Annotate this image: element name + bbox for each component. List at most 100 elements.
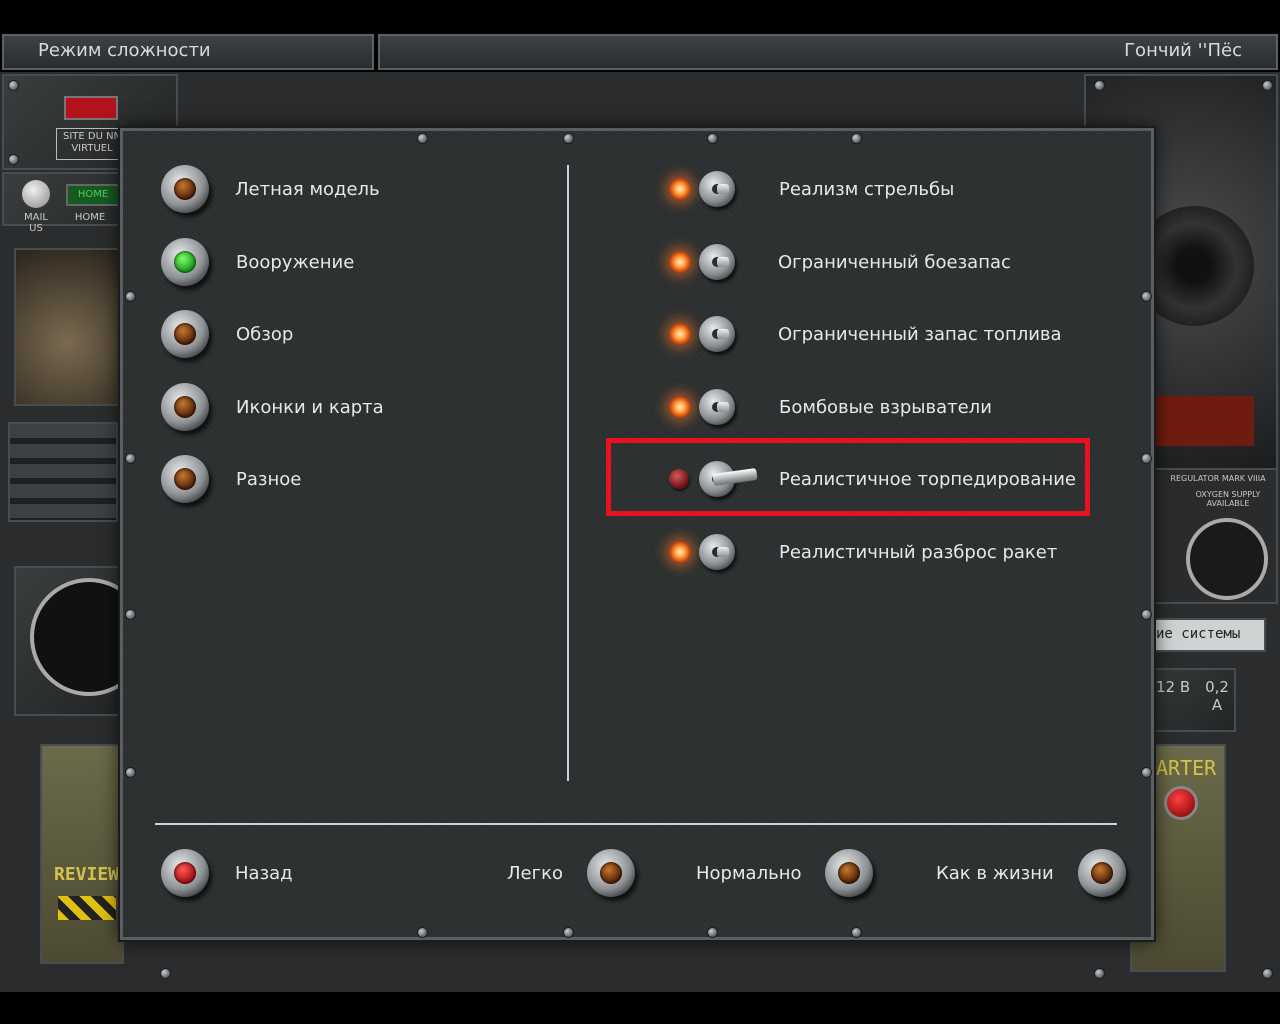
preset-realistic-label: Как в жизни — [936, 862, 1054, 884]
led-off-icon — [669, 469, 689, 489]
screw — [125, 291, 136, 302]
toggle-realistic-torpedoes[interactable]: Реалистичное торпедирование — [663, 452, 1076, 506]
screw — [563, 133, 574, 144]
led-on-icon — [669, 396, 691, 418]
preset-normal-button[interactable]: Нормально — [696, 846, 874, 900]
oxygen-label: OXYGEN SUPPLY AVAILABLE — [1195, 490, 1261, 508]
led-on-icon — [669, 541, 691, 563]
knob-button[interactable] — [161, 310, 209, 358]
toggle-switch[interactable] — [663, 455, 767, 503]
toggle-label: Реализм стрельбы — [779, 178, 955, 200]
red-lamp-icon — [174, 862, 196, 884]
toggle-rocket-spread[interactable]: Реалистичный разброс ракет — [663, 525, 1057, 579]
starter-button[interactable] — [1164, 786, 1198, 820]
amber-lamp-icon — [174, 178, 196, 200]
review-label: REVIEW — [54, 864, 120, 885]
screw — [125, 453, 136, 464]
amber-lamp-icon — [599, 862, 622, 884]
screw — [563, 927, 574, 938]
knob-button[interactable] — [825, 849, 874, 897]
preset-normal-label: Нормально — [696, 862, 802, 884]
clock-panel — [14, 566, 148, 716]
switch-lever-icon — [717, 257, 729, 267]
toggle-switch[interactable] — [663, 310, 767, 358]
toggle-switch[interactable] — [663, 528, 767, 576]
screw — [1094, 968, 1105, 979]
knob-button[interactable] — [161, 383, 209, 431]
preset-realistic-button[interactable]: Как в жизни — [936, 846, 1126, 900]
led-on-icon — [669, 323, 691, 345]
screw — [1262, 968, 1273, 979]
toggle-limited-fuel[interactable]: Ограниченный запас топлива — [663, 307, 1062, 361]
aircraft-name: Гончий ''Пёс — [1124, 40, 1242, 61]
knob-button[interactable] — [161, 165, 209, 213]
home-button[interactable]: HOME — [66, 184, 120, 206]
difficulty-dialog: Летная модель Вооружение Обзор Иконки и … — [120, 128, 1154, 940]
screw — [125, 767, 136, 778]
screw — [851, 927, 862, 938]
toggle-label: Реалистичный разброс ракет — [779, 541, 1058, 563]
toggle-label: Ограниченный запас топлива — [778, 323, 1062, 345]
oxygen-gauge — [1186, 518, 1268, 600]
page-title: Режим сложности — [38, 40, 211, 61]
toggle-label: Бомбовые взрыватели — [779, 396, 992, 418]
knob-button[interactable] — [1077, 849, 1126, 897]
toggle-switch[interactable] — [663, 238, 767, 286]
toggle-switch[interactable] — [663, 383, 767, 431]
screw — [851, 133, 862, 144]
switch-lever-icon — [717, 184, 729, 194]
menu-item-flight-model[interactable]: Летная модель — [161, 162, 380, 216]
knob-button[interactable] — [161, 849, 209, 897]
preset-easy-label: Легко — [507, 862, 563, 884]
toggle-label: Реалистичное торпедирование — [779, 468, 1076, 490]
knob-button[interactable] — [161, 238, 209, 286]
vent-grille — [8, 422, 118, 522]
menu-item-armament[interactable]: Вооружение — [161, 235, 354, 289]
screw — [417, 927, 428, 938]
screw — [125, 609, 136, 620]
oxygen-panel: REGULATOR MARK VIIIA OXYGEN SUPPLY AVAIL… — [1154, 468, 1278, 604]
menu-item-label: Летная модель — [235, 178, 380, 200]
screw — [417, 133, 428, 144]
site-label: SITE DU NN VIRTUEL — [56, 128, 128, 160]
review-panel: REVIEW — [40, 744, 124, 964]
screw — [160, 968, 171, 979]
green-lamp-icon — [174, 251, 196, 273]
preset-easy-button[interactable]: Легко — [507, 846, 635, 900]
switch-lever-icon — [717, 402, 729, 412]
menu-item-misc[interactable]: Разное — [161, 452, 301, 506]
amber-lamp-icon — [174, 323, 196, 345]
difficulty-title-bar: Режим сложности — [2, 34, 374, 70]
column-divider — [567, 165, 569, 781]
screw — [8, 154, 19, 165]
screw — [1141, 609, 1152, 620]
hazard-stripe — [58, 896, 116, 920]
footer-divider — [155, 823, 1117, 825]
menu-item-icons-map[interactable]: Иконки и карта — [161, 380, 384, 434]
led-on-icon — [669, 178, 691, 200]
menu-item-label: Иконки и карта — [236, 396, 384, 418]
knob-button[interactable] — [161, 455, 209, 503]
screw — [1094, 80, 1105, 91]
knob-button[interactable] — [586, 849, 635, 897]
toggle-gunnery-realism[interactable]: Реализм стрельбы — [663, 162, 954, 216]
amber-lamp-icon — [838, 862, 861, 884]
mail-label: MAIL US — [24, 212, 48, 234]
home-label: HOME — [74, 212, 106, 223]
toggle-limited-ammo[interactable]: Ограниченный боезапас — [663, 235, 1011, 289]
led-on-icon — [669, 251, 691, 273]
red-indicator — [64, 96, 118, 120]
amber-lamp-icon — [174, 396, 196, 418]
current-label: 0,2 А — [1205, 678, 1229, 714]
back-button[interactable]: Назад — [161, 846, 293, 900]
menu-item-view[interactable]: Обзор — [161, 307, 293, 361]
coil-element — [1154, 396, 1254, 446]
screw — [707, 927, 718, 938]
toggle-switch[interactable] — [663, 165, 767, 213]
back-label: Назад — [235, 862, 293, 884]
menu-item-label: Вооружение — [236, 251, 355, 273]
menu-item-label: Обзор — [236, 323, 294, 345]
systems-label: ие системы — [1156, 626, 1241, 642]
toggle-bomb-fuzes[interactable]: Бомбовые взрыватели — [663, 380, 992, 434]
mail-icon[interactable] — [22, 180, 50, 208]
